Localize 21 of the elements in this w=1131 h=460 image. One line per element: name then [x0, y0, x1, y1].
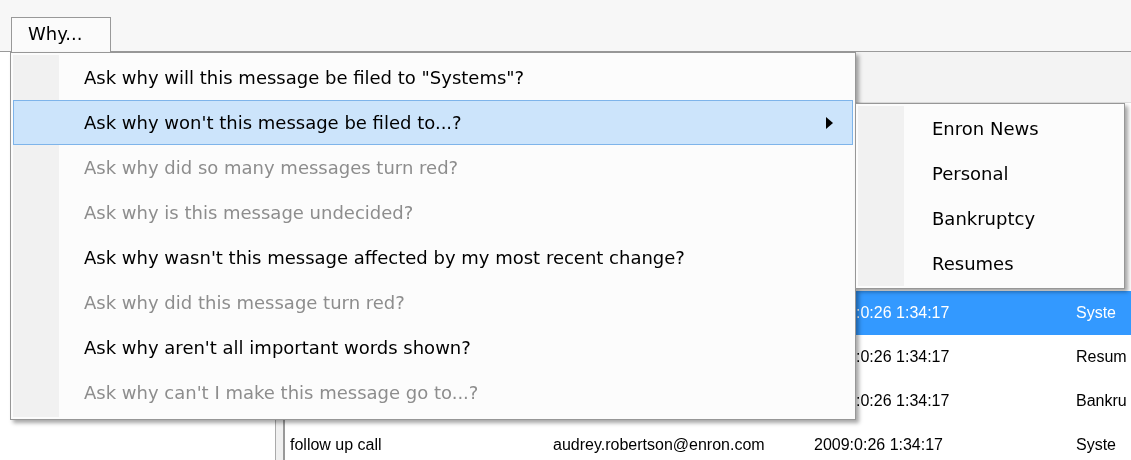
submenu-item[interactable]: Enron News	[858, 106, 1122, 151]
folder-cell: Resum	[1076, 348, 1127, 365]
subject-cell: follow up call	[290, 436, 382, 453]
menu-item[interactable]: Ask why wasn't this message affected by my most recent change?	[13, 235, 853, 280]
message-row[interactable]: follow up call audrey.robertson@enron.com 2009:0:26 1:34:17 Syste	[285, 423, 1131, 460]
menu-item[interactable]: Ask why won't this message be filed to...?	[13, 100, 853, 145]
date-cell: 2009:0:26 1:34:17	[814, 436, 943, 453]
folder-cell: Syste	[1076, 304, 1116, 321]
submenu-arrow-icon	[826, 117, 833, 129]
date-cell: :0:26 1:34:17	[856, 392, 950, 409]
menu-item[interactable]: Ask why aren't all important words shown?	[13, 325, 853, 370]
date-cell: :0:26 1:34:17	[856, 348, 950, 365]
folder-cell: Bankru	[1076, 392, 1127, 409]
date-cell: :0:26 1:34:17	[856, 304, 950, 321]
submenu-item[interactable]: Bankruptcy	[858, 196, 1122, 241]
submenu-item[interactable]: Personal	[858, 151, 1122, 196]
menu-item[interactable]: Ask why will this message be filed to "Systems"?	[13, 55, 853, 100]
folder-cell: Syste	[1076, 436, 1116, 453]
sender-cell: audrey.robertson@enron.com	[553, 436, 765, 453]
submenu-item[interactable]: Resumes	[858, 241, 1122, 286]
why-tab[interactable]: Why...	[11, 17, 111, 52]
